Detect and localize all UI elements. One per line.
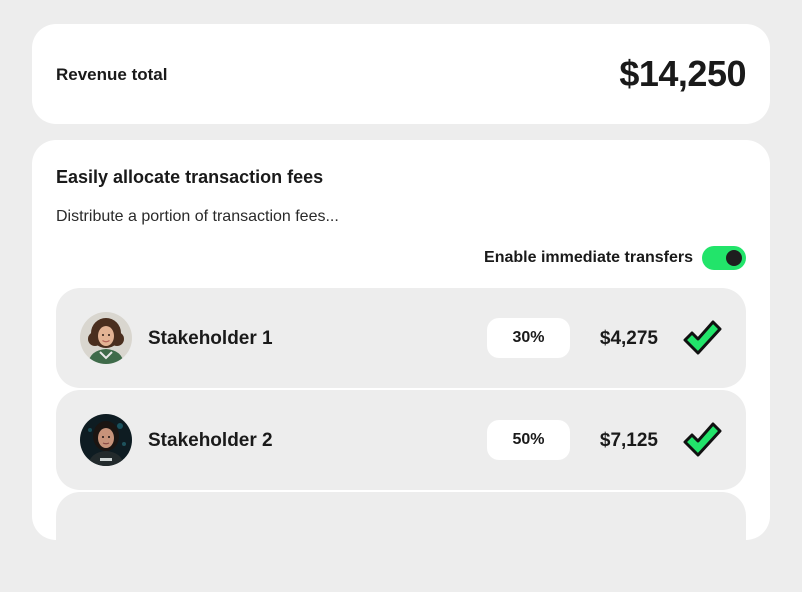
stakeholder-row [56, 492, 746, 592]
allocation-title: Easily allocate transaction fees [56, 167, 324, 187]
stakeholder-name: Stakeholder 1 [148, 328, 273, 349]
avatar-woman-curly-hair-icon [80, 312, 132, 364]
avatar-woman-dark-hair-icon [80, 414, 132, 466]
allocation-card: Easily allocate transaction fees Distrib… [32, 140, 770, 592]
immediate-transfers-label: Enable immediate transfers [484, 249, 693, 266]
avatar [80, 312, 132, 364]
toggle-knob [726, 250, 742, 266]
immediate-transfers-toggle[interactable] [702, 246, 746, 270]
stakeholder-amount: $4,275 [599, 328, 658, 349]
percent-input[interactable]: 50% [487, 420, 570, 460]
avatar [80, 414, 132, 466]
immediate-transfers-row: Enable immediate transfers [484, 246, 746, 270]
stakeholder-name: Stakeholder 2 [148, 430, 273, 451]
percent-input[interactable]: 30% [487, 318, 570, 358]
stakeholder-row: Stakeholder 1 30% $4,275 [56, 288, 746, 388]
checkmark-icon[interactable] [682, 318, 722, 358]
stakeholder-amount: $7,125 [599, 430, 658, 451]
revenue-card: Revenue total $14,250 [32, 24, 770, 124]
checkmark-icon[interactable] [682, 420, 722, 460]
revenue-label: Revenue total [56, 65, 168, 84]
stakeholder-row: Stakeholder 2 50% $7,125 [56, 390, 746, 490]
revenue-value: $14,250 [619, 53, 746, 94]
allocation-description: Distribute a portion of transaction fees… [56, 208, 339, 225]
